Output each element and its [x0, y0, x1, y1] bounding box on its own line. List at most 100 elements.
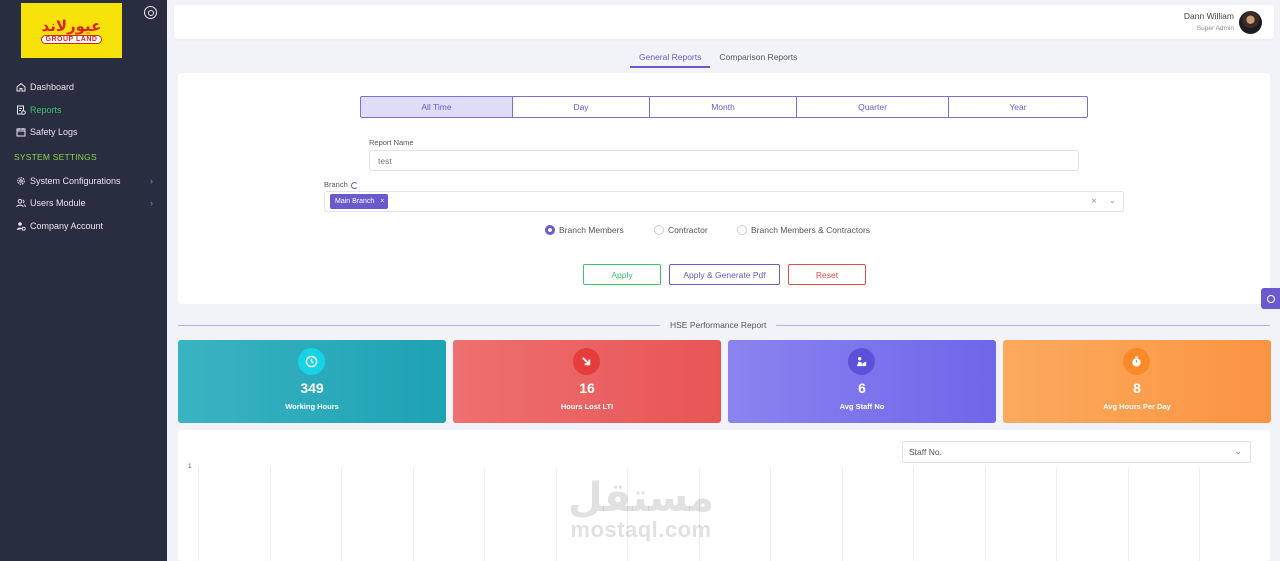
- report-name-input[interactable]: test: [369, 150, 1079, 171]
- company-logo[interactable]: عيورلاند GROUP LAND: [21, 3, 122, 58]
- stat-card-avg-hours-per-day: 8 Avg Hours Per Day: [1003, 340, 1271, 423]
- chevron-right-icon: ›: [150, 175, 153, 186]
- period-quarter[interactable]: Quarter: [797, 97, 949, 117]
- calendar-icon: [15, 127, 26, 138]
- stat-value: 349: [300, 380, 324, 396]
- sidebar-toggle-icon[interactable]: [144, 6, 157, 19]
- user-name[interactable]: Dann William: [1184, 11, 1234, 21]
- report-name-label: Report Name: [369, 138, 414, 147]
- radio-dot: [737, 225, 747, 235]
- stat-label: Avg Staff No: [839, 402, 885, 411]
- radio-branch-members-contractors[interactable]: Branch Members & Contractors: [737, 225, 870, 235]
- section-title: HSE Performance Report: [660, 320, 777, 330]
- chart-gridline: [555, 468, 557, 561]
- branch-label-text: Branch: [324, 180, 348, 189]
- watermark: مستقل mostaql.com: [566, 478, 716, 542]
- chart-gridline: [1199, 468, 1200, 561]
- user-role: Super Admin: [1196, 25, 1234, 32]
- sidebar-item-label: System Configurations: [30, 175, 121, 186]
- period-year[interactable]: Year: [949, 97, 1087, 117]
- radio-label: Contractor: [668, 225, 708, 235]
- stopwatch-icon: [1123, 348, 1150, 375]
- y-axis-tick: 1: [188, 463, 192, 470]
- chart-gridline: [841, 468, 843, 561]
- chevron-down-icon[interactable]: ⌄: [1108, 195, 1116, 206]
- chart-gridline: [484, 468, 485, 561]
- chart-gridline: [269, 468, 271, 561]
- report-filter-card: All Time Day Month Quarter Year Report N…: [178, 73, 1270, 304]
- period-day[interactable]: Day: [513, 97, 650, 117]
- sidebar-item-reports[interactable]: Reports: [0, 99, 167, 122]
- arrow-down-right-icon: [573, 348, 600, 375]
- sidebar-item-label: Users Module: [30, 198, 86, 209]
- branch-label: Branch: [324, 180, 358, 189]
- stat-label: Avg Hours Per Day: [1103, 402, 1171, 411]
- user-gear-icon: [15, 220, 26, 231]
- branch-chip-label: Main Branch: [335, 198, 375, 205]
- stat-label: Working Hours: [285, 402, 339, 411]
- report-tabs: General Reports Comparison Reports: [630, 48, 806, 68]
- users-icon: [15, 198, 26, 209]
- sidebar-item-users-module[interactable]: Users Module ›: [0, 192, 167, 215]
- chart-gridline: [1056, 468, 1057, 561]
- chart-gridline: [1127, 468, 1129, 561]
- settings-side-tab-icon[interactable]: [1261, 288, 1280, 309]
- sidebar-item-label: Safety Logs: [30, 127, 78, 138]
- chart-grid: [198, 468, 1270, 561]
- watermark-arabic: مستقل: [567, 475, 715, 521]
- stat-card-avg-staff: 6 Avg Staff No: [728, 340, 996, 423]
- tab-comparison-reports[interactable]: Comparison Reports: [710, 48, 806, 68]
- clear-icon[interactable]: ×: [1091, 196, 1097, 207]
- stat-card-working-hours: 349 Working Hours: [178, 340, 446, 423]
- clock-icon: [298, 348, 325, 375]
- sidebar-item-safety-logs[interactable]: Safety Logs: [0, 121, 167, 144]
- stat-card-hours-lost: 16 Hours Lost LTI: [453, 340, 721, 423]
- stat-label: Hours Lost LTI: [560, 402, 614, 411]
- avatar[interactable]: [1239, 11, 1262, 34]
- sidebar: عيورلاند GROUP LAND Dashboard Reports Sa…: [0, 0, 167, 561]
- sidebar-section-title: SYSTEM SETTINGS: [14, 151, 97, 162]
- remove-chip-icon[interactable]: ×: [380, 198, 384, 205]
- radio-contractor[interactable]: Contractor: [654, 225, 708, 235]
- branch-chip: Main Branch ×: [330, 194, 389, 209]
- apply-button[interactable]: Apply: [583, 264, 661, 285]
- period-selector: All Time Day Month Quarter Year: [360, 96, 1088, 118]
- refresh-icon[interactable]: [350, 181, 358, 189]
- apply-generate-pdf-button[interactable]: Apply & Generate Pdf: [669, 264, 780, 285]
- chart-gridline: [770, 468, 771, 561]
- gear-icon: [15, 175, 26, 186]
- chart-metric-select[interactable]: Staff No. ⌄: [902, 441, 1251, 463]
- watermark-english: mostaql.com: [570, 517, 712, 542]
- logo-english-text: GROUP LAND: [40, 34, 103, 44]
- top-header: Dann William Super Admin: [174, 5, 1274, 39]
- chevron-down-icon: ⌄: [1234, 446, 1242, 456]
- radio-label: Branch Members & Contractors: [751, 225, 871, 235]
- stat-value: 8: [1133, 380, 1141, 396]
- chart-gridline: [341, 468, 342, 561]
- radio-label: Branch Members: [559, 225, 624, 235]
- worker-icon: [848, 348, 875, 375]
- radio-dot: [654, 225, 664, 235]
- sidebar-item-label: Company Account: [30, 220, 104, 231]
- logo-arabic-text: عيورلاند: [41, 16, 102, 35]
- report-icon: [15, 104, 26, 115]
- radio-branch-members[interactable]: Branch Members: [545, 225, 624, 235]
- report-name-value: test: [378, 155, 392, 166]
- period-all-time[interactable]: All Time: [361, 97, 513, 117]
- period-month[interactable]: Month: [650, 97, 797, 117]
- chart-gridline: [198, 468, 199, 561]
- stat-value: 16: [579, 380, 595, 396]
- chart-card: Staff No. ⌄ 1: [178, 430, 1270, 561]
- sidebar-item-label: Reports: [30, 104, 62, 115]
- sidebar-item-system-configurations[interactable]: System Configurations ›: [0, 170, 167, 193]
- chart-gridline: [412, 468, 414, 561]
- radio-dot: [545, 225, 555, 235]
- sidebar-item-company-account[interactable]: Company Account: [0, 215, 167, 238]
- sidebar-item-dashboard[interactable]: Dashboard: [0, 76, 167, 99]
- chevron-right-icon: ›: [150, 198, 153, 209]
- sidebar-nav: Dashboard Reports Safety Logs SYSTEM SET…: [0, 76, 167, 237]
- chart-gridline: [913, 468, 914, 561]
- branch-select[interactable]: Main Branch × × ⌄: [324, 191, 1124, 212]
- reset-button[interactable]: Reset: [788, 264, 866, 285]
- tab-general-reports[interactable]: General Reports: [630, 48, 711, 68]
